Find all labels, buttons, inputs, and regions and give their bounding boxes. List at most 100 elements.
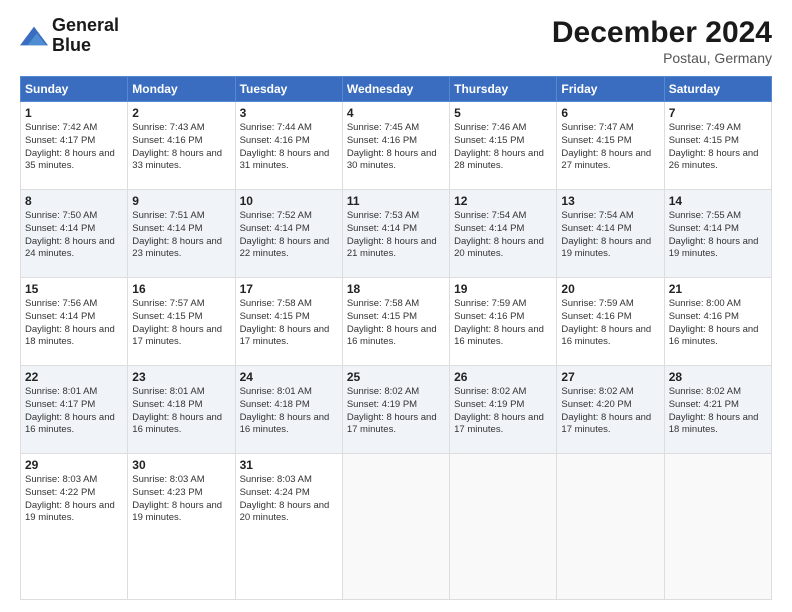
day-number: 25 [347, 370, 445, 384]
day-detail: Sunrise: 7:59 AMSunset: 4:16 PMDaylight:… [454, 298, 552, 349]
calendar-cell [557, 454, 664, 600]
day-header-tuesday: Tuesday [235, 77, 342, 102]
calendar-cell: 23 Sunrise: 8:01 AMSunset: 4:18 PMDayligh… [128, 366, 235, 454]
day-detail: Sunrise: 7:52 AMSunset: 4:14 PMDaylight:… [240, 210, 338, 261]
day-detail: Sunrise: 7:47 AMSunset: 4:15 PMDaylight:… [561, 122, 659, 173]
logo-line2: Blue [52, 36, 119, 56]
day-number: 1 [25, 106, 123, 120]
day-number: 17 [240, 282, 338, 296]
calendar-cell [342, 454, 449, 600]
day-detail: Sunrise: 7:53 AMSunset: 4:14 PMDaylight:… [347, 210, 445, 261]
logo-text: General Blue [52, 16, 119, 56]
calendar-cell: 7Sunrise: 7:49 AMSunset: 4:15 PMDaylight… [664, 102, 771, 190]
calendar-table: SundayMondayTuesdayWednesdayThursdayFrid… [20, 76, 772, 600]
calendar-cell: 30Sunrise: 8:03 AMSunset: 4:23 PMDayligh… [128, 454, 235, 600]
calendar-cell: 10 Sunrise: 7:52 AMSunset: 4:14 PMDayligh… [235, 190, 342, 278]
calendar-cell: 16 Sunrise: 7:57 AMSunset: 4:15 PMDayligh… [128, 278, 235, 366]
day-detail: Sunrise: 7:42 AMSunset: 4:17 PMDaylight:… [25, 122, 123, 173]
day-detail: Sunrise: 8:02 AMSunset: 4:19 PMDaylight:… [347, 386, 445, 437]
calendar-cell: 17 Sunrise: 7:58 AMSunset: 4:15 PMDayligh… [235, 278, 342, 366]
calendar-cell: 29 Sunrise: 8:03 AMSunset: 4:22 PMDayligh… [21, 454, 128, 600]
day-detail: Sunrise: 8:01 AMSunset: 4:18 PMDaylight:… [132, 386, 230, 437]
calendar-week-row: 22 Sunrise: 8:01 AMSunset: 4:17 PMDayligh… [21, 366, 772, 454]
day-detail: Sunrise: 8:03 AMSunset: 4:23 PMDaylight:… [132, 474, 230, 525]
day-number: 15 [25, 282, 123, 296]
day-number: 6 [561, 106, 659, 120]
day-detail: Sunrise: 7:51 AMSunset: 4:14 PMDaylight:… [132, 210, 230, 261]
day-number: 16 [132, 282, 230, 296]
calendar-cell: 12Sunrise: 7:54 AMSunset: 4:14 PMDayligh… [450, 190, 557, 278]
day-detail: Sunrise: 7:56 AMSunset: 4:14 PMDaylight:… [25, 298, 123, 349]
calendar-week-row: 15 Sunrise: 7:56 AMSunset: 4:14 PMDayligh… [21, 278, 772, 366]
day-detail: Sunrise: 7:54 AMSunset: 4:14 PMDaylight:… [561, 210, 659, 261]
day-header-wednesday: Wednesday [342, 77, 449, 102]
calendar-cell: 28 Sunrise: 8:02 AMSunset: 4:21 PMDayligh… [664, 366, 771, 454]
day-number: 26 [454, 370, 552, 384]
calendar-week-row: 1 Sunrise: 7:42 AMSunset: 4:17 PMDaylight… [21, 102, 772, 190]
calendar-cell: 31Sunrise: 8:03 AMSunset: 4:24 PMDayligh… [235, 454, 342, 600]
day-detail: Sunrise: 8:02 AMSunset: 4:21 PMDaylight:… [669, 386, 767, 437]
calendar-cell: 22 Sunrise: 8:01 AMSunset: 4:17 PMDayligh… [21, 366, 128, 454]
calendar-cell: 2 Sunrise: 7:43 AMSunset: 4:16 PMDaylight… [128, 102, 235, 190]
day-detail: Sunrise: 7:59 AMSunset: 4:16 PMDaylight:… [561, 298, 659, 349]
calendar-week-row: 29 Sunrise: 8:03 AMSunset: 4:22 PMDayligh… [21, 454, 772, 600]
day-detail: Sunrise: 7:58 AMSunset: 4:15 PMDaylight:… [240, 298, 338, 349]
calendar-cell: 5 Sunrise: 7:46 AMSunset: 4:15 PMDaylight… [450, 102, 557, 190]
day-detail: Sunrise: 7:46 AMSunset: 4:15 PMDaylight:… [454, 122, 552, 173]
day-detail: Sunrise: 7:55 AMSunset: 4:14 PMDaylight:… [669, 210, 767, 261]
day-detail: Sunrise: 7:50 AMSunset: 4:14 PMDaylight:… [25, 210, 123, 261]
day-detail: Sunrise: 8:02 AMSunset: 4:19 PMDaylight:… [454, 386, 552, 437]
day-detail: Sunrise: 7:49 AMSunset: 4:15 PMDaylight:… [669, 122, 767, 173]
day-detail: Sunrise: 7:58 AMSunset: 4:15 PMDaylight:… [347, 298, 445, 349]
calendar-cell: 19Sunrise: 7:59 AMSunset: 4:16 PMDayligh… [450, 278, 557, 366]
main-title: December 2024 [552, 16, 772, 50]
day-number: 22 [25, 370, 123, 384]
day-header-thursday: Thursday [450, 77, 557, 102]
day-number: 27 [561, 370, 659, 384]
calendar-cell: 9 Sunrise: 7:51 AMSunset: 4:14 PMDaylight… [128, 190, 235, 278]
logo-line1: General [52, 16, 119, 36]
calendar-cell: 6 Sunrise: 7:47 AMSunset: 4:15 PMDaylight… [557, 102, 664, 190]
day-number: 13 [561, 194, 659, 208]
day-detail: Sunrise: 8:03 AMSunset: 4:22 PMDaylight:… [25, 474, 123, 525]
day-number: 2 [132, 106, 230, 120]
day-detail: Sunrise: 7:57 AMSunset: 4:15 PMDaylight:… [132, 298, 230, 349]
day-number: 23 [132, 370, 230, 384]
day-detail: Sunrise: 8:00 AMSunset: 4:16 PMDaylight:… [669, 298, 767, 349]
calendar-cell: 27 Sunrise: 8:02 AMSunset: 4:20 PMDayligh… [557, 366, 664, 454]
day-number: 3 [240, 106, 338, 120]
day-number: 11 [347, 194, 445, 208]
subtitle: Postau, Germany [552, 50, 772, 66]
logo-icon [20, 22, 48, 50]
day-detail: Sunrise: 8:01 AMSunset: 4:17 PMDaylight:… [25, 386, 123, 437]
day-number: 8 [25, 194, 123, 208]
calendar-week-row: 8 Sunrise: 7:50 AMSunset: 4:14 PMDaylight… [21, 190, 772, 278]
calendar-cell: 13 Sunrise: 7:54 AMSunset: 4:14 PMDayligh… [557, 190, 664, 278]
page: General Blue December 2024 Postau, Germa… [0, 0, 792, 612]
day-number: 12 [454, 194, 552, 208]
day-number: 5 [454, 106, 552, 120]
calendar-cell [450, 454, 557, 600]
day-number: 28 [669, 370, 767, 384]
day-number: 21 [669, 282, 767, 296]
day-number: 18 [347, 282, 445, 296]
logo: General Blue [20, 16, 119, 56]
calendar-cell: 21 Sunrise: 8:00 AMSunset: 4:16 PMDayligh… [664, 278, 771, 366]
day-number: 9 [132, 194, 230, 208]
calendar-cell: 11 Sunrise: 7:53 AMSunset: 4:14 PMDayligh… [342, 190, 449, 278]
day-header-saturday: Saturday [664, 77, 771, 102]
day-detail: Sunrise: 8:02 AMSunset: 4:20 PMDaylight:… [561, 386, 659, 437]
calendar-cell: 26 Sunrise: 8:02 AMSunset: 4:19 PMDayligh… [450, 366, 557, 454]
calendar-cell: 14Sunrise: 7:55 AMSunset: 4:14 PMDayligh… [664, 190, 771, 278]
day-detail: Sunrise: 7:43 AMSunset: 4:16 PMDaylight:… [132, 122, 230, 173]
calendar-cell: 8 Sunrise: 7:50 AMSunset: 4:14 PMDaylight… [21, 190, 128, 278]
calendar-cell [664, 454, 771, 600]
day-number: 29 [25, 458, 123, 472]
calendar-cell: 24Sunrise: 8:01 AMSunset: 4:18 PMDayligh… [235, 366, 342, 454]
calendar-cell: 20Sunrise: 7:59 AMSunset: 4:16 PMDayligh… [557, 278, 664, 366]
calendar-cell: 18 Sunrise: 7:58 AMSunset: 4:15 PMDayligh… [342, 278, 449, 366]
day-detail: Sunrise: 8:03 AMSunset: 4:24 PMDaylight:… [240, 474, 338, 525]
day-number: 10 [240, 194, 338, 208]
day-header-friday: Friday [557, 77, 664, 102]
calendar-cell: 25 Sunrise: 8:02 AMSunset: 4:19 PMDayligh… [342, 366, 449, 454]
